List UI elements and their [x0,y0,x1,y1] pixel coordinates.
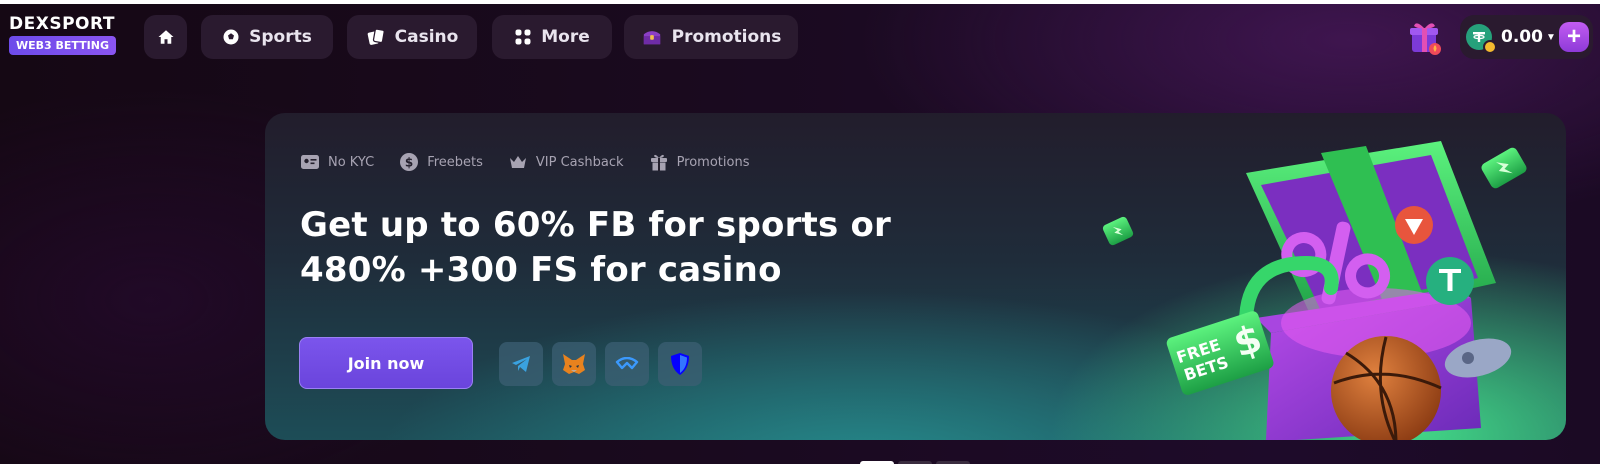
crown-icon [509,156,526,168]
treasure-chest-icon [641,27,663,47]
grid-icon [514,28,532,46]
trust-wallet-shield-icon [671,353,689,375]
cards-icon [366,27,386,47]
logo-badge: WEB3 BETTING [9,36,117,55]
wallet-options [499,342,702,386]
promo-banner[interactable]: No KYC $ Freebets VIP Cashback Promotion… [265,113,1566,440]
walletconnect-icon [615,357,639,370]
dollar-coin-icon: $ [400,153,419,171]
rewards-gift-button[interactable] [1406,18,1444,56]
walletconnect-login-button[interactable] [605,342,649,386]
trust-wallet-login-button[interactable] [658,342,702,386]
banner-headline: Get up to 60% FB for sports or 480% +300… [300,203,940,293]
nav-more-button[interactable]: More [492,15,612,59]
chevron-down-icon[interactable]: ▼ [1546,32,1556,43]
tether-icon [1466,24,1497,54]
nav-casino-button[interactable]: Casino [347,15,477,59]
feature-label: Promotions [676,154,750,170]
logo-title: DEXSPORT [9,14,115,34]
nav-sports-label: Sports [249,27,312,47]
bnb-badge-icon [1483,40,1497,54]
join-now-button[interactable]: Join now [299,337,473,389]
deposit-plus-button[interactable]: + [1559,22,1589,52]
feature-vip-cashback: VIP Cashback [509,153,624,171]
feature-label: Freebets [427,154,483,170]
free-bets-chest-illustration: FREE BETS $ [1102,141,1527,440]
headline-line-1: Get up to 60% FB for sports or [300,205,891,245]
nav-promotions-button[interactable]: Promotions [624,15,798,59]
id-card-icon [301,155,319,169]
feature-label: VIP Cashback [535,154,624,170]
feature-freebets: $ Freebets [400,153,483,171]
nav-more-label: More [541,27,590,47]
telegram-icon [512,356,530,372]
svg-text:$: $ [405,156,413,170]
feature-promotions: Promotions [650,153,750,171]
soccer-ball-icon [222,28,240,46]
telegram-login-button[interactable] [499,342,543,386]
gift-icon [650,154,667,171]
top-strip [0,0,1600,4]
feature-label: No KYC [328,154,375,170]
nav-promotions-label: Promotions [671,27,782,47]
dexsport-logo[interactable]: DEXSPORT WEB3 BETTING [9,15,129,59]
nav-sports-button[interactable]: Sports [201,15,333,59]
feature-no-kyc: No KYC [301,153,374,171]
wallet-balance[interactable]: 0.00 ▼ + [1460,15,1593,59]
gift-box-icon [1410,23,1441,55]
nav-home-button[interactable] [144,15,187,59]
nav-casino-label: Casino [394,27,459,47]
wallet-amount: 0.00 [1501,27,1543,47]
home-icon [157,28,175,46]
metamask-login-button[interactable] [552,342,596,386]
headline-line-2: 480% +300 FS for casino [300,250,782,290]
feature-list: No KYC $ Freebets VIP Cashback Promotion… [301,153,749,171]
metamask-fox-icon [563,354,585,374]
